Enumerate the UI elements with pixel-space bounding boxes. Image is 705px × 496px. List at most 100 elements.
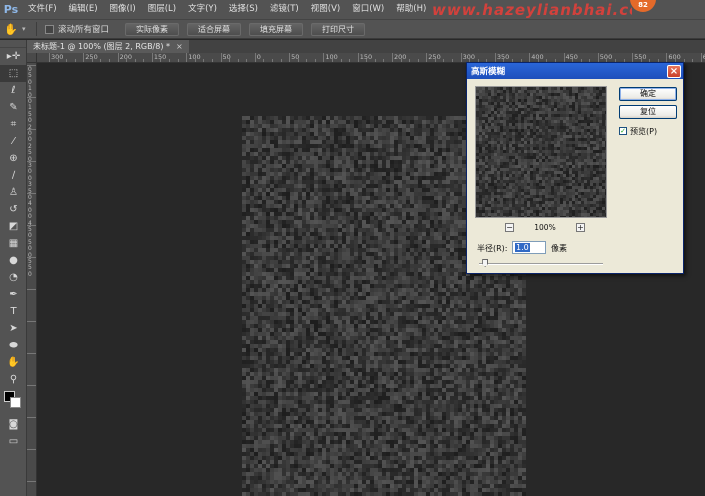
ruler-tick [27,97,36,98]
ruler-tick [27,321,36,322]
crop-icon[interactable]: ⌗ [0,116,27,133]
background-color-swatch[interactable] [10,397,21,408]
close-icon[interactable]: × [667,64,681,78]
ruler-minor-tick [143,59,145,62]
ruler-minor-tick [66,59,68,62]
ruler-minor-tick [331,59,333,62]
pen-icon[interactable]: ✒ [0,286,27,303]
ruler-minor-tick [229,59,231,62]
menu-file[interactable]: 文件(F) [22,0,63,19]
ruler-tick [27,289,36,290]
eraser-icon[interactable]: ◩ [0,218,27,235]
blur-preview[interactable] [475,86,607,218]
ruler-minor-tick [443,59,445,62]
blur-icon[interactable]: ● [0,252,27,269]
document-tab[interactable]: 未标题-1 @ 100% (图层 2, RGB/8) * × [27,40,189,53]
zoom-level: 100% [534,223,556,232]
zoom-out-button[interactable]: − [505,223,514,232]
ruler-minor-tick [134,59,136,62]
ruler-minor-tick [91,59,93,62]
menu-filter[interactable]: 滤镜(T) [264,0,305,19]
dodge-icon[interactable]: ◔ [0,269,27,286]
menu-help[interactable]: 帮助(H) [390,0,432,19]
ruler-label: 0 [28,270,32,278]
ruler-minor-tick [417,59,419,62]
marquee-icon[interactable]: ⬚ [0,65,27,82]
shape-icon[interactable]: ⬬ [0,337,27,354]
ruler-minor-tick [271,59,273,62]
ruler-minor-tick [383,59,385,62]
ruler-minor-tick [452,59,454,62]
lasso-icon[interactable]: ℓ [0,82,27,99]
ruler-minor-tick [74,59,76,62]
ruler-tick [49,53,50,62]
ruler-minor-tick [57,59,59,62]
ruler-tick [289,53,291,62]
menu-window[interactable]: 窗口(W) [346,0,390,19]
menu-view[interactable]: 视图(V) [305,0,346,19]
radius-unit: 像素 [551,244,567,253]
ruler-minor-tick [400,59,402,62]
menu-type[interactable]: 文字(Y) [182,0,223,19]
ruler-tick [220,53,222,62]
zoom-icon[interactable]: ⚲ [0,371,27,388]
type-icon[interactable]: T [0,303,27,320]
ruler-tick [254,53,256,62]
menu-image[interactable]: 图像(I) [104,0,142,19]
scroll-all-windows-label: 滚动所有窗口 [58,25,110,35]
actual-pixels-button[interactable]: 实际像素 [125,22,180,36]
dialog-titlebar[interactable]: 高斯模糊 × [467,63,683,79]
quick-select-icon[interactable]: ✎ [0,99,27,116]
ruler-minor-tick [126,59,128,62]
ok-button[interactable]: 确定 [619,87,677,101]
ruler-minor-tick [211,59,213,62]
ruler-tick [151,53,153,62]
ruler-left: 050100150200250300350400450500550 [27,63,37,496]
path-select-icon[interactable]: ➤ [0,320,27,337]
hand-icon[interactable]: ✋ [0,20,22,38]
ruler-minor-tick [314,59,316,62]
history-brush-icon[interactable]: ↺ [0,201,27,218]
ruler-label: 0 [256,53,261,61]
panel-grip[interactable] [0,40,26,48]
move-icon[interactable]: ▸✛ [0,48,27,65]
scroll-all-windows-checkbox[interactable] [45,24,54,34]
hand-icon[interactable]: ✋ [0,354,27,371]
fit-screen-button[interactable]: 适合屏幕 [187,22,242,36]
spot-heal-icon[interactable]: ⊕ [0,150,27,167]
reset-button[interactable]: 复位 [619,105,677,119]
ruler-tick [27,481,36,482]
gradient-icon[interactable]: ▦ [0,235,27,252]
color-swatches[interactable] [0,388,27,416]
menu-layer[interactable]: 图层(L) [142,0,182,19]
chevron-down-icon[interactable]: ▾ [22,25,32,33]
menu-edit[interactable]: 编辑(E) [63,0,104,19]
fill-screen-button[interactable]: 填充屏幕 [249,22,304,36]
radius-slider-track[interactable] [479,263,603,265]
close-icon[interactable]: × [176,42,183,51]
ruler-tick [27,129,36,130]
quick-mask-icon[interactable]: ◙ [0,416,27,433]
ruler-minor-tick [160,59,162,62]
ruler-tick [27,65,36,66]
ruler-tick [83,53,85,62]
radius-input[interactable]: 1.0 [512,241,546,254]
zoom-in-button[interactable]: + [575,223,585,232]
ruler-tick [392,53,393,62]
photoshop-logo: Ps [3,3,19,16]
brush-icon[interactable]: ∕ [0,167,27,184]
print-size-button[interactable]: 打印尺寸 [311,22,366,36]
ruler-minor-tick [306,59,308,62]
radius-slider-thumb[interactable] [482,259,489,267]
gaussian-blur-dialog: 高斯模糊 × − 100% + 确定 复位 ✓ 预览(P) 半径(R): 1.0… [466,62,684,274]
preview-checkbox[interactable]: ✓ [619,127,627,135]
options-bar: ✋ ▾ 滚动所有窗口 实际像素 适合屏幕 填充屏幕 打印尺寸 [0,19,705,39]
dialog-title: 高斯模糊 [471,67,506,77]
document-tab-bar: 未标题-1 @ 100% (图层 2, RGB/8) * × [27,40,705,53]
menu-select[interactable]: 选择(S) [223,0,264,19]
radius-value: 1.0 [515,243,530,252]
eyedropper-icon[interactable]: ⁄ [0,133,27,150]
screen-mode-icon[interactable]: ▭ [0,433,27,450]
ruler-minor-tick [109,59,111,62]
clone-stamp-icon[interactable]: ♙ [0,184,27,201]
